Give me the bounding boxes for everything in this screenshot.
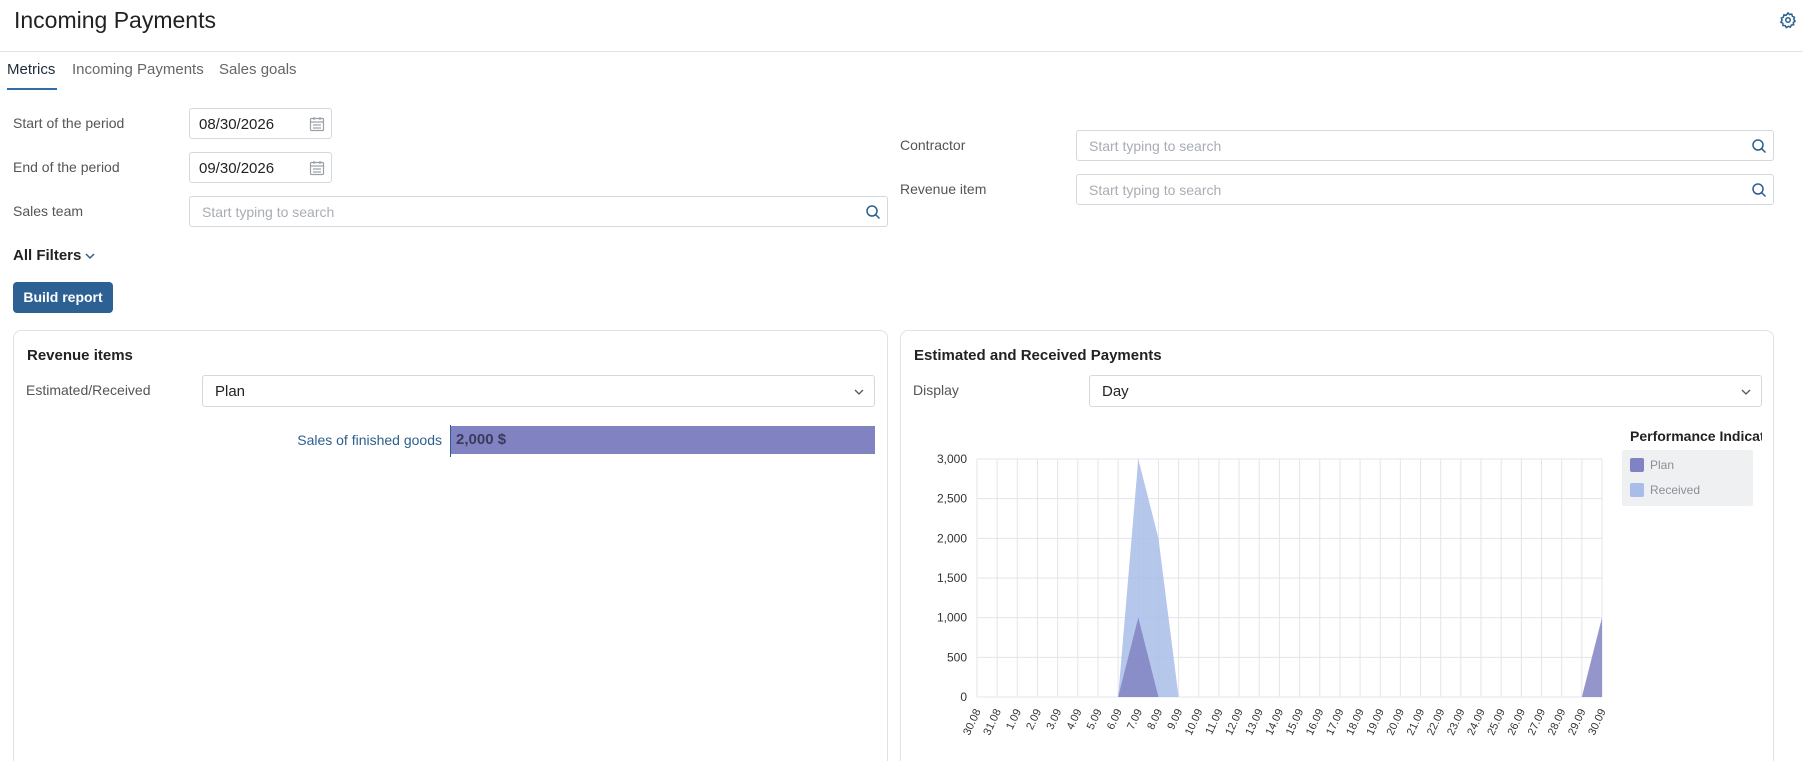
bar-value-label: 2,000 $ (456, 431, 507, 448)
contractor-label: Contractor (900, 137, 966, 153)
tab-metrics[interactable]: Metrics (7, 61, 55, 78)
display-value: Day (1102, 383, 1129, 400)
calendar-icon[interactable] (309, 160, 325, 176)
display-select[interactable]: Day (1089, 375, 1762, 407)
payments-panel-title: Estimated and Received Payments (914, 347, 1162, 364)
revenue-item-search (1076, 174, 1774, 205)
calendar-icon[interactable] (309, 116, 325, 132)
chevron-down-icon (854, 389, 864, 395)
display-label: Display (913, 382, 959, 398)
start-date-field[interactable]: 08/30/2026 (189, 108, 332, 139)
x-tick-label: 9.09 (1165, 707, 1185, 731)
gear-icon[interactable] (1779, 11, 1797, 29)
end-period-label: End of the period (13, 159, 120, 175)
x-tick-label: 31.08 (981, 707, 1004, 737)
x-tick-label: 6.09 (1105, 707, 1125, 731)
page-title: Incoming Payments (14, 7, 216, 33)
tab-sales-goals[interactable]: Sales goals (219, 61, 297, 78)
y-tick-label: 0 (960, 690, 967, 704)
y-tick-label: 3,000 (937, 452, 967, 466)
active-tab-indicator (7, 88, 57, 90)
sales-team-input[interactable] (190, 197, 887, 226)
tab-incoming-payments[interactable]: Incoming Payments (72, 61, 204, 78)
revenue-items-panel: Revenue items Estimated/Received Plan 2,… (13, 330, 888, 761)
y-tick-label: 2,000 (937, 531, 967, 545)
y-tick-label: 500 (947, 650, 967, 664)
search-icon[interactable] (1751, 138, 1767, 154)
start-date-value: 08/30/2026 (199, 116, 275, 133)
x-tick-label: 10.09 (1183, 707, 1206, 737)
revenue-panel-title: Revenue items (27, 347, 133, 364)
payments-panel: Estimated and Received Payments Display … (900, 330, 1774, 761)
payments-area-chart: 05001,0001,5002,0002,5003,00030.0831.08 1… (937, 452, 1609, 737)
legend-swatch-received (1630, 483, 1644, 497)
chevron-down-icon[interactable] (85, 252, 95, 260)
search-icon[interactable] (1751, 182, 1767, 198)
all-filters-toggle[interactable]: All Filters (13, 247, 81, 264)
x-tick-label: 7.09 (1125, 707, 1145, 731)
legend-item-plan[interactable]: Plan (1630, 456, 1740, 474)
y-tick-label: 1,500 (937, 571, 967, 585)
revenue-item-label: Revenue item (900, 181, 987, 197)
legend-title: Performance Indicato (1630, 428, 1762, 444)
page-header: Incoming Payments (0, 0, 1803, 52)
sales-team-label: Sales team (13, 203, 84, 219)
revenue-item-input[interactable] (1077, 175, 1773, 204)
end-date-field[interactable]: 09/30/2026 (189, 152, 332, 183)
x-tick-label: 5.09 (1085, 707, 1105, 731)
bar-sales-of-finished-goods (451, 426, 875, 454)
legend-label-plan: Plan (1650, 458, 1675, 472)
end-date-value: 09/30/2026 (199, 160, 275, 177)
y-tick-label: 1,000 (937, 611, 967, 625)
x-tick-label: 1.09 (1004, 707, 1024, 731)
x-tick-label: 2.09 (1024, 707, 1044, 731)
estimated-received-select[interactable]: Plan (202, 375, 875, 407)
chart-legend: Plan Received (1622, 450, 1753, 506)
start-period-label: Start of the period (13, 115, 125, 131)
x-tick-label: 3.09 (1044, 707, 1064, 731)
x-tick-label: 8.09 (1145, 707, 1165, 731)
y-tick-label: 2,500 (937, 492, 967, 506)
bar-category-label[interactable]: Sales of finished goods (214, 432, 442, 448)
x-tick-label: 30.09 (1586, 707, 1609, 737)
estimated-received-label: Estimated/Received (26, 382, 151, 398)
contractor-input[interactable] (1077, 131, 1773, 160)
chevron-down-icon (1741, 389, 1751, 395)
estimated-received-value: Plan (215, 383, 246, 400)
x-tick-label: 4.09 (1065, 707, 1085, 731)
sales-team-search (189, 196, 888, 227)
contractor-search (1076, 130, 1774, 161)
search-icon[interactable] (865, 204, 881, 220)
legend-swatch-plan (1630, 458, 1644, 472)
build-report-button[interactable]: Build report (13, 282, 113, 313)
tab-bar: Metrics Incoming Payments Sales goals (0, 52, 400, 92)
legend-label-received: Received (1650, 483, 1701, 497)
legend-item-received[interactable]: Received (1630, 481, 1740, 499)
